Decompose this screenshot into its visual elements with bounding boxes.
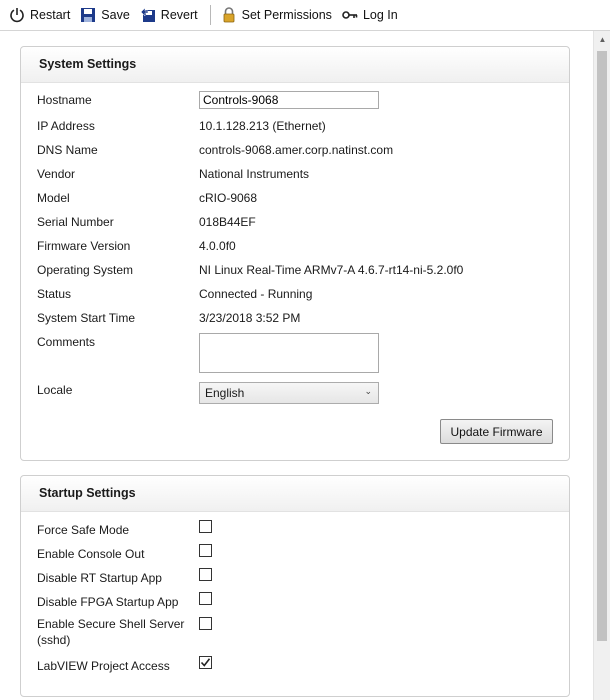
force-safe-mode-checkbox[interactable]	[199, 520, 212, 533]
system-start-time-value: 3/23/2018 3:52 PM	[199, 311, 301, 325]
checkmark-icon	[200, 658, 211, 667]
restart-label: Restart	[30, 8, 71, 22]
operating-system-value: NI Linux Real-Time ARMv7-A 4.6.7-rt14-ni…	[199, 263, 464, 277]
comments-textarea[interactable]	[199, 333, 379, 373]
set-permissions-button[interactable]: Set Permissions	[221, 4, 332, 26]
chevron-down-icon: ⌄	[364, 386, 372, 396]
labview-project-access-checkbox[interactable]	[199, 656, 212, 669]
model-value: cRIO-9068	[199, 191, 258, 205]
comments-label: Comments	[37, 335, 96, 349]
locale-label: Locale	[37, 383, 73, 397]
serial-number-label: Serial Number	[37, 215, 114, 229]
log-in-label: Log In	[362, 8, 398, 22]
status-value: Connected - Running	[199, 287, 313, 301]
hostname-input[interactable]	[199, 91, 379, 109]
ip-address-value: 10.1.128.213 (Ethernet)	[199, 119, 326, 133]
toolbar-separator	[209, 5, 211, 25]
lock-icon	[223, 7, 235, 23]
scroll-up-icon[interactable]: ▲	[594, 31, 610, 48]
vendor-value: National Instruments	[199, 167, 310, 181]
revert-label: Revert	[160, 8, 198, 22]
disable-fpga-startup-app-checkbox[interactable]	[199, 592, 212, 605]
vertical-scrollbar[interactable]: ▲	[593, 31, 610, 700]
startup-settings-title: Startup Settings	[21, 476, 569, 512]
enable-console-out-label: Enable Console Out	[37, 547, 145, 561]
log-in-button[interactable]: Log In	[342, 4, 398, 26]
model-label: Model	[37, 191, 70, 205]
disable-rt-startup-app-checkbox[interactable]	[199, 568, 212, 581]
system-settings-title: System Settings	[21, 47, 569, 83]
system-start-time-label: System Start Time	[37, 311, 136, 325]
locale-selected-value: English	[205, 386, 245, 400]
save-label: Save	[101, 8, 130, 22]
disable-rt-startup-app-label: Disable RT Startup App	[37, 571, 162, 585]
force-safe-mode-label: Force Safe Mode	[37, 523, 130, 537]
vendor-label: Vendor	[37, 167, 76, 181]
status-label: Status	[37, 287, 72, 301]
enable-console-out-checkbox[interactable]	[199, 544, 212, 557]
enable-ssh-server-checkbox[interactable]	[199, 617, 212, 630]
revert-button[interactable]: Revert	[140, 4, 198, 26]
labview-project-access-label: LabVIEW Project Access	[37, 659, 170, 673]
operating-system-label: Operating System	[37, 263, 134, 277]
content-area: System Settings Hostname IP Address 10.1…	[0, 31, 610, 700]
power-icon	[10, 8, 24, 23]
hostname-label: Hostname	[37, 93, 92, 107]
scroll-thumb[interactable]	[597, 51, 607, 641]
firmware-version-value: 4.0.0f0	[199, 239, 236, 253]
locale-select[interactable]: English ⌄	[199, 382, 379, 404]
save-button[interactable]: Save	[80, 4, 130, 26]
key-icon	[342, 11, 358, 19]
firmware-version-label: Firmware Version	[37, 239, 131, 253]
revert-disk-icon	[140, 7, 155, 22]
update-firmware-button[interactable]: Update Firmware	[440, 419, 553, 444]
toolbar: Restart Save Revert Set Permissions Log …	[0, 0, 610, 31]
startup-settings-panel: Startup Settings Force Safe Mode Enable …	[20, 475, 570, 697]
dns-name-label: DNS Name	[37, 143, 98, 157]
enable-ssh-server-label: Enable Secure Shell Server (sshd)	[37, 617, 185, 647]
dns-name-value: controls-9068.amer.corp.natinst.com	[199, 143, 394, 157]
serial-number-value: 018B44EF	[199, 215, 256, 229]
disable-fpga-startup-app-label: Disable FPGA Startup App	[37, 595, 179, 609]
set-permissions-label: Set Permissions	[241, 8, 332, 22]
floppy-disk-icon	[81, 8, 96, 22]
system-settings-panel: System Settings Hostname IP Address 10.1…	[20, 46, 570, 461]
ip-address-label: IP Address	[37, 119, 95, 133]
restart-button[interactable]: Restart	[9, 4, 70, 26]
